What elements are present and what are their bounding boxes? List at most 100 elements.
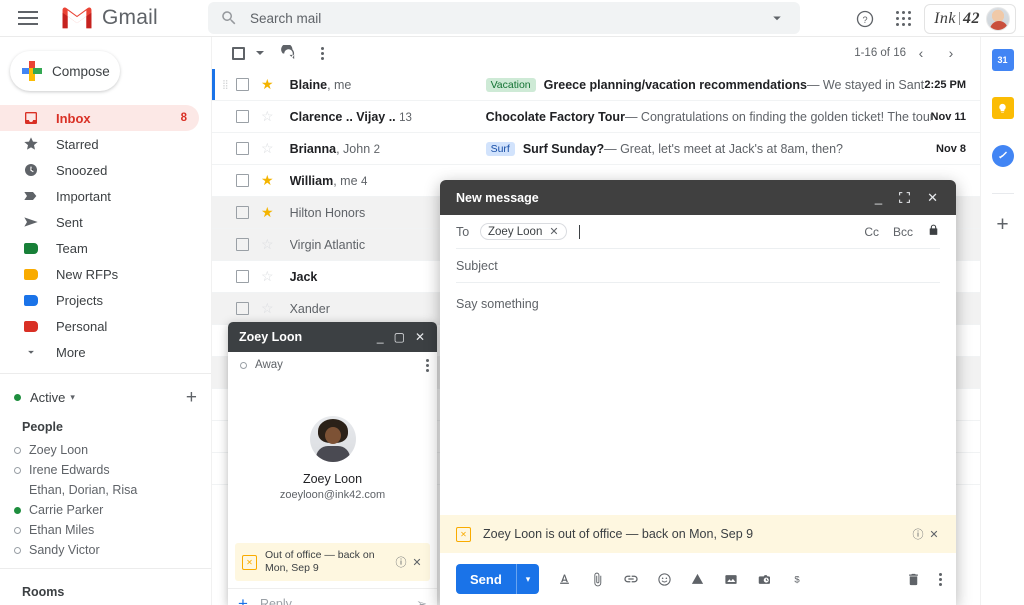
- compose-header[interactable]: New message _ ✕: [440, 180, 956, 215]
- add-attachment-icon[interactable]: +: [238, 595, 248, 605]
- star-icon[interactable]: ☆: [261, 108, 274, 125]
- confidential-lock-icon[interactable]: [927, 223, 940, 240]
- close-icon[interactable]: ✕: [919, 190, 946, 206]
- row-checkbox[interactable]: [236, 206, 249, 219]
- more-options-icon[interactable]: [939, 572, 942, 586]
- person-group-ethan-dorian-risa[interactable]: Ethan, Dorian, Risa: [0, 480, 211, 500]
- person-irene-edwards[interactable]: Irene Edwards: [0, 460, 211, 480]
- compose-button[interactable]: Compose: [10, 51, 120, 91]
- drag-handle-icon[interactable]: ⣿: [222, 79, 232, 90]
- select-all-dropdown-icon[interactable]: [252, 39, 266, 67]
- chevron-down-icon[interactable]: ▾: [70, 392, 75, 403]
- bcc-button[interactable]: Bcc: [893, 225, 913, 239]
- remove-recipient-icon[interactable]: ✕: [549, 225, 558, 238]
- sidebar-item-snoozed[interactable]: Snoozed: [0, 157, 199, 183]
- row-checkbox[interactable]: [236, 302, 249, 315]
- sidebar-item-important[interactable]: Important: [0, 183, 199, 209]
- minimize-icon[interactable]: _: [372, 330, 389, 344]
- maximize-icon[interactable]: ▢: [389, 330, 410, 344]
- star-icon[interactable]: ☆: [261, 140, 274, 157]
- send-icon[interactable]: ➢: [416, 596, 427, 605]
- dismiss-icon[interactable]: ✕: [409, 556, 425, 569]
- table-row[interactable]: ☆ Clarence .. Vijay .. 13 Chocolate Fact…: [212, 101, 980, 133]
- dismiss-icon[interactable]: ✕: [926, 528, 942, 541]
- prev-page-icon[interactable]: ‹: [906, 39, 936, 67]
- sidebar-item-personal[interactable]: Personal: [0, 313, 199, 339]
- person-ethan-miles[interactable]: Ethan Miles: [0, 520, 211, 540]
- minimize-icon[interactable]: _: [867, 190, 890, 205]
- info-icon[interactable]: ⓘ: [393, 554, 409, 570]
- sidebar-item-sent[interactable]: Sent: [0, 209, 199, 235]
- compose-to-field[interactable]: To Zoey Loon ✕ Cc Bcc: [456, 215, 940, 249]
- star-icon[interactable]: ☆: [261, 268, 274, 285]
- cc-button[interactable]: Cc: [864, 225, 879, 239]
- sidebar-item-new-rfps[interactable]: New RFPs: [0, 261, 199, 287]
- star-icon[interactable]: ★: [261, 76, 274, 93]
- table-row[interactable]: ⣿ ★ Blaine, me Vacation Greece planning/…: [212, 69, 980, 101]
- sidebar-item-starred[interactable]: Starred: [0, 131, 199, 157]
- insert-money-icon[interactable]: $: [791, 571, 803, 587]
- compose-ooo-text: Zoey Loon is out of office — back on Mon…: [483, 527, 754, 541]
- close-icon[interactable]: ✕: [410, 330, 430, 344]
- add-icon[interactable]: +: [996, 214, 1008, 235]
- person-carrie-parker[interactable]: Carrie Parker: [0, 500, 211, 520]
- chat-options-icon[interactable]: [426, 358, 429, 372]
- gmail-logo[interactable]: Gmail: [60, 5, 158, 31]
- star-icon[interactable]: ☆: [261, 236, 274, 253]
- next-page-icon[interactable]: ›: [936, 39, 966, 67]
- send-button[interactable]: Send ▾: [456, 564, 540, 594]
- formatting-icon[interactable]: [557, 572, 572, 587]
- compose-subject-field[interactable]: Subject: [456, 249, 940, 283]
- confidential-mode-icon[interactable]: [757, 572, 773, 587]
- insert-link-icon[interactable]: [623, 571, 639, 587]
- insert-emoji-icon[interactable]: [657, 572, 672, 587]
- discard-draft-icon[interactable]: [906, 572, 921, 587]
- person-name: Zoey Loon: [29, 443, 89, 457]
- chat-reply-placeholder[interactable]: Reply: [260, 597, 416, 605]
- chat-reply-bar[interactable]: + Reply ➢: [228, 588, 437, 605]
- new-conversation-icon[interactable]: +: [186, 388, 197, 407]
- star-icon[interactable]: ★: [261, 204, 274, 221]
- help-icon[interactable]: ?: [850, 4, 880, 34]
- star-icon[interactable]: ☆: [261, 300, 274, 317]
- hangouts-status-row[interactable]: Active ▾ +: [0, 382, 211, 412]
- main-menu-icon[interactable]: [18, 11, 38, 25]
- more-options-icon[interactable]: [308, 39, 336, 67]
- account-switcher[interactable]: Ink 42: [924, 3, 1016, 34]
- person-sandy-victor[interactable]: Sandy Victor: [0, 540, 211, 560]
- sidebar-item-more[interactable]: More: [0, 339, 199, 365]
- insert-photo-icon[interactable]: [723, 572, 739, 587]
- insert-drive-icon[interactable]: [690, 572, 705, 587]
- compose-body[interactable]: Say something: [456, 297, 940, 311]
- person-zoey-loon[interactable]: Zoey Loon: [0, 440, 211, 460]
- row-checkbox[interactable]: [236, 78, 249, 91]
- star-icon[interactable]: ★: [261, 172, 274, 189]
- refresh-icon[interactable]: [274, 39, 302, 67]
- avatar[interactable]: [986, 6, 1010, 31]
- chat-window-header[interactable]: Zoey Loon _ ▢ ✕: [228, 322, 437, 352]
- keep-icon[interactable]: [991, 97, 1014, 119]
- row-checkbox[interactable]: [236, 142, 249, 155]
- row-checkbox[interactable]: [236, 238, 249, 251]
- sidebar-item-projects[interactable]: Projects: [0, 287, 199, 313]
- search-input[interactable]: [250, 10, 768, 26]
- row-checkbox[interactable]: [236, 110, 249, 123]
- attach-file-icon[interactable]: [590, 572, 605, 587]
- search-options-icon[interactable]: [768, 9, 786, 27]
- send-options-icon[interactable]: ▾: [517, 574, 540, 585]
- select-all-checkbox[interactable]: [224, 39, 252, 67]
- apps-grid-icon[interactable]: [888, 4, 918, 34]
- fullscreen-icon[interactable]: [890, 191, 919, 204]
- row-checkbox[interactable]: [236, 174, 249, 187]
- sidebar-item-team[interactable]: Team: [0, 235, 199, 261]
- search-bar[interactable]: [208, 2, 800, 34]
- calendar-icon[interactable]: 31: [991, 49, 1014, 71]
- recipient-chip[interactable]: Zoey Loon ✕: [480, 223, 567, 240]
- sidebar-item-inbox[interactable]: Inbox 8: [0, 105, 199, 131]
- table-row[interactable]: ☆ Brianna, John 2 Surf Surf Sunday? — Gr…: [212, 133, 980, 165]
- label-chip[interactable]: Surf: [485, 141, 515, 156]
- info-icon[interactable]: ⓘ: [910, 526, 926, 542]
- tasks-icon[interactable]: [991, 145, 1014, 167]
- label-chip[interactable]: Vacation: [485, 77, 536, 92]
- row-checkbox[interactable]: [236, 270, 249, 283]
